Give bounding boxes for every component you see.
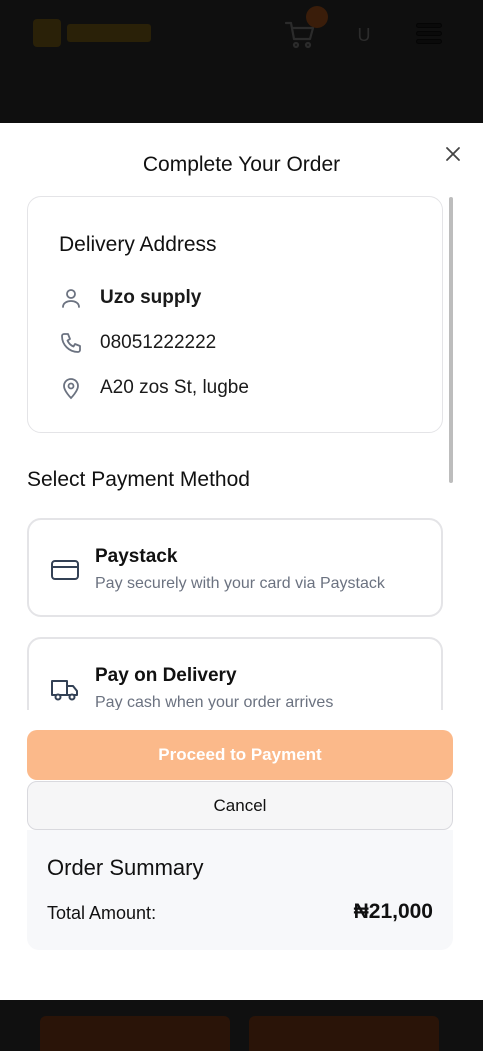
modal-scroll-area: Delivery Address Uzo supply 08051222222 bbox=[27, 196, 457, 710]
order-summary-title: Order Summary bbox=[47, 855, 204, 880]
credit-card-icon bbox=[51, 560, 79, 580]
address-phone-row: 08051222222 bbox=[58, 330, 216, 356]
customer-street: A20 zos St, lugbe bbox=[100, 377, 249, 398]
total-amount-label: Total Amount: bbox=[47, 903, 157, 923]
payment-option-description: Pay securely with your card via Paystack bbox=[95, 575, 385, 592]
hamburger-menu-icon[interactable] bbox=[417, 24, 441, 44]
user-icon bbox=[58, 285, 84, 311]
cancel-button[interactable]: Cancel bbox=[27, 781, 453, 830]
payment-option-description: Pay cash when your order arrives bbox=[95, 694, 334, 710]
address-name-row: Uzo supply bbox=[58, 285, 201, 311]
background-footer bbox=[0, 1000, 483, 1051]
user-avatar[interactable]: U bbox=[352, 24, 376, 46]
payment-method-heading: Select Payment Method bbox=[27, 468, 250, 491]
payment-option-name: Pay on Delivery bbox=[95, 665, 237, 686]
payment-option-paystack[interactable]: Paystack Pay securely with your card via… bbox=[27, 518, 443, 617]
payment-option-pay-on-delivery[interactable]: Pay on Delivery Pay cash when your order… bbox=[27, 637, 443, 710]
proceed-to-payment-button[interactable]: Proceed to Payment bbox=[27, 730, 453, 780]
delivery-address-title: Delivery Address bbox=[59, 233, 217, 256]
truck-icon bbox=[51, 680, 78, 701]
footer-button-right bbox=[249, 1016, 439, 1051]
modal-title: Complete Your Order bbox=[142, 153, 341, 176]
background-header: U bbox=[0, 0, 483, 123]
footer-button-left bbox=[40, 1016, 230, 1051]
logo bbox=[33, 18, 155, 48]
customer-name: Uzo supply bbox=[100, 287, 202, 308]
address-street-row: A20 zos St, lugbe bbox=[58, 375, 249, 401]
map-pin-icon bbox=[58, 375, 84, 401]
phone-icon bbox=[58, 330, 84, 356]
cart-icon[interactable] bbox=[284, 20, 316, 50]
delivery-address-card: Delivery Address Uzo supply 08051222222 bbox=[27, 196, 443, 433]
order-summary: Order Summary Total Amount: ₦21,000 bbox=[27, 830, 453, 950]
close-icon[interactable] bbox=[442, 143, 464, 165]
checkout-modal: Complete Your Order Delivery Address Uzo… bbox=[0, 123, 483, 1000]
total-amount-value: ₦21,000 bbox=[353, 900, 433, 923]
customer-phone: 08051222222 bbox=[100, 332, 217, 353]
payment-option-name: Paystack bbox=[95, 546, 178, 567]
